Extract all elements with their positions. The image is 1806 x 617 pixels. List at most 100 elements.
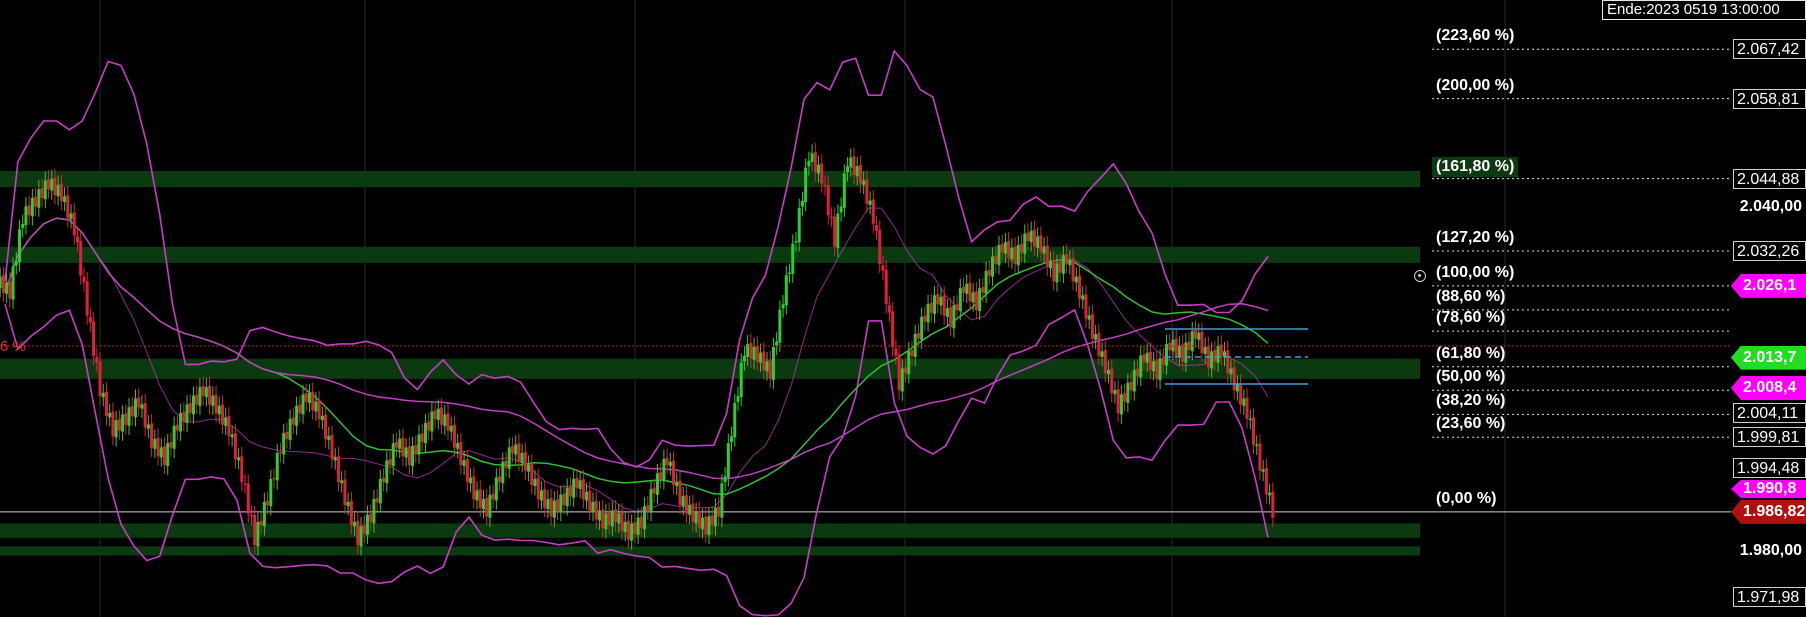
candle-body	[137, 397, 141, 408]
candle-body	[291, 417, 295, 425]
price-tag: 2.008,4	[1731, 375, 1806, 400]
candle-body	[1081, 295, 1085, 300]
candle-body	[1232, 367, 1236, 391]
candle-body	[491, 493, 495, 500]
price-axis-label: 1.971,98	[1733, 587, 1806, 608]
candle-body	[723, 476, 727, 483]
candle-body	[788, 272, 792, 275]
candle-body	[253, 515, 257, 546]
candle-body	[639, 516, 643, 529]
candle-body	[833, 216, 837, 247]
zone-127	[0, 246, 1420, 263]
candle-body	[394, 441, 398, 448]
candle-body	[527, 464, 531, 472]
candle-body	[507, 447, 511, 469]
candle-body	[697, 510, 701, 529]
candle-body	[362, 525, 366, 534]
candle-body	[269, 478, 273, 507]
candle-body	[92, 321, 96, 356]
candle-body	[307, 392, 311, 403]
candle-body	[736, 396, 740, 402]
candle-body	[179, 412, 183, 432]
candle-body	[678, 480, 682, 506]
candle-body	[1174, 338, 1178, 356]
candle-body	[423, 423, 427, 444]
fib-label: (88,60 %)	[1436, 287, 1506, 305]
candle-body	[1032, 229, 1036, 247]
candle-body	[1013, 246, 1017, 265]
candle-body	[50, 179, 54, 191]
price-axis-label: 2.004,11	[1733, 402, 1806, 423]
candle-body	[95, 356, 99, 363]
zone-low-2	[0, 546, 1420, 556]
candle-body	[768, 360, 772, 379]
candle-body	[27, 205, 31, 216]
candle-body	[823, 184, 827, 187]
candle-body	[369, 513, 373, 523]
candle-body	[1165, 344, 1169, 366]
price-tag: 1.986,82	[1731, 499, 1806, 524]
price-tag: 2.026,1	[1731, 273, 1806, 298]
candle-body	[701, 517, 705, 530]
candle-body	[1145, 352, 1149, 363]
candle-body	[504, 460, 508, 468]
price-chart[interactable]	[0, 0, 1806, 617]
candle-body	[340, 480, 344, 484]
candle-body	[1235, 384, 1239, 392]
candle-body	[1049, 260, 1053, 269]
candle-body	[978, 288, 982, 312]
candle-body	[1223, 351, 1227, 357]
candle-body	[40, 187, 44, 199]
candle-body	[771, 346, 775, 380]
candle-body	[952, 305, 956, 329]
crosshair-cursor-icon[interactable]	[1414, 270, 1426, 282]
candle-body	[581, 479, 585, 500]
candle-body	[1148, 351, 1152, 371]
candle-body	[1239, 383, 1243, 405]
candle-body	[494, 477, 498, 501]
candle-body	[994, 255, 998, 265]
candle-body	[881, 265, 885, 271]
candle-body	[124, 413, 128, 425]
candle-body	[852, 156, 856, 176]
candle-body	[868, 200, 872, 205]
candle-body	[762, 351, 766, 371]
candle-body	[359, 526, 363, 547]
fib-label: (223,60 %)	[1436, 27, 1515, 45]
candle-body	[1103, 350, 1107, 374]
candle-body	[498, 476, 502, 483]
candle-body	[449, 425, 453, 432]
candle-body	[166, 443, 170, 467]
candle-body	[385, 460, 389, 484]
candle-body	[433, 410, 437, 419]
candle-body	[807, 160, 811, 167]
candle-body	[797, 207, 801, 243]
candle-body	[481, 499, 485, 510]
candle-body	[472, 476, 476, 500]
candle-body	[907, 351, 911, 375]
candle-body	[459, 441, 463, 465]
candle-body	[278, 451, 282, 454]
candle-body	[981, 286, 985, 293]
candle-body	[208, 385, 212, 405]
candle-body	[826, 185, 830, 216]
candle-body	[739, 362, 743, 398]
candle-body	[775, 341, 779, 346]
candle-body	[752, 346, 756, 360]
fib-label: (0,00 %)	[1436, 489, 1497, 507]
candle-body	[153, 438, 157, 449]
candle-body	[1042, 246, 1046, 254]
candle-body	[1158, 358, 1162, 380]
candle-body	[733, 402, 737, 438]
candle-body	[694, 511, 698, 524]
candle-body	[1055, 263, 1059, 283]
candle-body	[111, 411, 115, 437]
candle-body	[1058, 262, 1062, 273]
candle-body	[1039, 235, 1043, 253]
candlesticks	[0, 142, 1275, 556]
candle-body	[1016, 245, 1020, 266]
candle-body	[443, 414, 447, 426]
candle-body	[800, 200, 804, 207]
candle-body	[1087, 315, 1091, 320]
candle-body	[623, 522, 627, 533]
